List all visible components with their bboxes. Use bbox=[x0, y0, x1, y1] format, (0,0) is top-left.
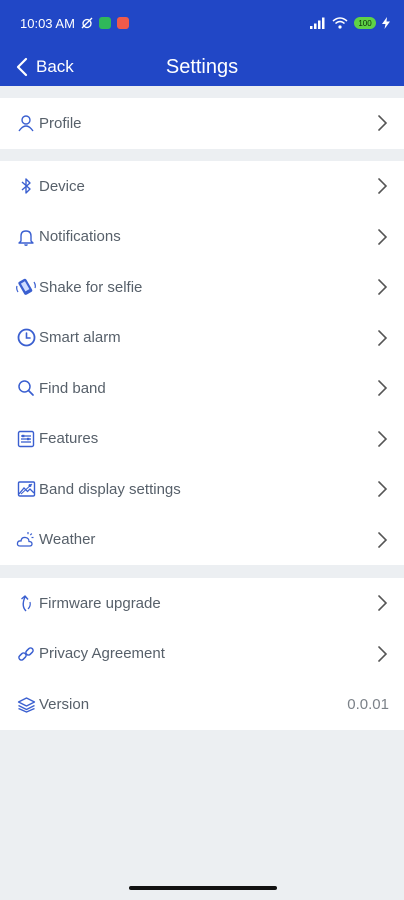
row-label: Features bbox=[39, 430, 99, 448]
settings-row-firmware-upgrade[interactable]: Firmware upgrade bbox=[0, 578, 404, 629]
settings-row-notifications[interactable]: Notifications bbox=[0, 212, 404, 263]
settings-row-features[interactable]: Features bbox=[0, 414, 404, 465]
chevron-right-icon bbox=[378, 279, 388, 295]
chevron-right-icon bbox=[378, 228, 388, 245]
chevron-right-icon bbox=[378, 531, 388, 548]
clock-icon bbox=[16, 328, 36, 348]
charging-bolt-icon bbox=[382, 17, 390, 29]
row-label: Band display settings bbox=[39, 480, 181, 498]
settings-row-weather[interactable]: Weather bbox=[0, 515, 404, 566]
app-notification-icon-green bbox=[98, 17, 111, 29]
device-section: Device Notifications Shake for selfie Sm… bbox=[0, 161, 404, 565]
link-icon bbox=[16, 644, 36, 664]
bell-icon bbox=[16, 227, 36, 247]
row-label: Weather bbox=[39, 531, 96, 549]
shake-phone-icon bbox=[16, 277, 36, 297]
page-title: Settings bbox=[165, 56, 239, 78]
wifi-icon bbox=[332, 17, 348, 29]
settings-row-shake-for-selfie[interactable]: Shake for selfie bbox=[0, 262, 404, 313]
about-section: Firmware upgrade Privacy Agreement Versi… bbox=[0, 578, 404, 730]
bluetooth-icon bbox=[16, 176, 36, 196]
row-label: Device bbox=[39, 177, 85, 195]
profile-section: Profile bbox=[0, 98, 404, 149]
chevron-right-icon bbox=[378, 380, 388, 396]
row-label: Shake for selfie bbox=[39, 278, 143, 296]
nav-bar: Back Settings bbox=[0, 46, 404, 86]
chevron-right-icon bbox=[378, 481, 388, 497]
home-indicator[interactable] bbox=[129, 886, 277, 890]
signal-icon bbox=[310, 17, 325, 29]
row-label: Find band bbox=[39, 379, 106, 397]
chevron-right-icon bbox=[378, 595, 388, 611]
row-label: Notifications bbox=[39, 228, 121, 246]
display-image-icon bbox=[16, 479, 36, 499]
person-icon bbox=[16, 113, 36, 133]
app-notification-icon-red bbox=[116, 17, 129, 29]
chevron-right-icon bbox=[378, 178, 388, 194]
chevron-right-icon bbox=[378, 430, 388, 447]
status-bar: 10:03 AM 100 bbox=[0, 0, 404, 46]
settings-row-find-band[interactable]: Find band bbox=[0, 363, 404, 414]
chevron-right-icon bbox=[378, 329, 388, 346]
settings-row-profile[interactable]: Profile bbox=[0, 98, 404, 149]
cloud-sun-icon bbox=[16, 530, 36, 550]
row-label: Smart alarm bbox=[39, 329, 121, 347]
row-label: Version bbox=[39, 695, 90, 713]
status-time: 10:03 AM bbox=[20, 15, 75, 31]
settings-row-privacy-agreement[interactable]: Privacy Agreement bbox=[0, 629, 404, 680]
battery-icon: 100 bbox=[354, 17, 376, 29]
row-label: Privacy Agreement bbox=[39, 645, 165, 663]
chevron-right-icon bbox=[378, 115, 388, 131]
settings-row-smart-alarm[interactable]: Smart alarm bbox=[0, 313, 404, 364]
row-label: Profile bbox=[39, 114, 82, 132]
settings-row-device[interactable]: Device bbox=[0, 161, 404, 212]
version-value: 0.0.01 bbox=[347, 695, 389, 713]
chevron-right-icon bbox=[378, 645, 388, 662]
search-icon bbox=[16, 378, 36, 398]
app-header: 10:03 AM 100 Back Settings bbox=[0, 0, 404, 86]
settings-row-version: Version 0.0.01 bbox=[0, 679, 404, 730]
row-label: Firmware upgrade bbox=[39, 594, 161, 612]
version-stack-icon bbox=[16, 694, 36, 714]
features-list-icon bbox=[16, 429, 36, 449]
upgrade-arrow-icon bbox=[16, 593, 36, 613]
alarm-off-icon bbox=[81, 17, 93, 29]
settings-row-band-display-settings[interactable]: Band display settings bbox=[0, 464, 404, 515]
